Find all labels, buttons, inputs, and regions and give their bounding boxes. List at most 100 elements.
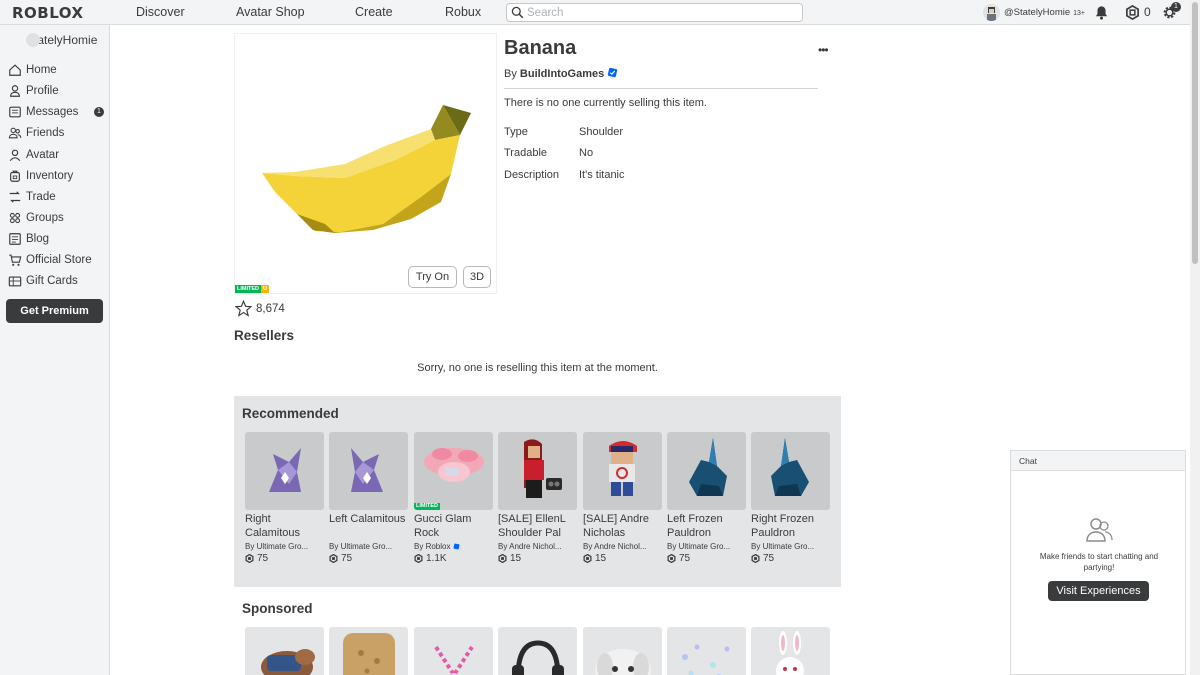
sidebar-item-label: Inventory (26, 170, 74, 182)
sponsored-item-card[interactable] (329, 627, 408, 675)
sidebar-item-profile[interactable]: Profile (8, 81, 106, 101)
recommended-item-card[interactable]: Left Frozen Pauldron By Ultimate Gro... … (667, 432, 747, 564)
field-label-tradable: Tradable (504, 147, 548, 159)
sidebar-item-blog[interactable]: Blog (8, 229, 106, 249)
store-icon (9, 254, 22, 266)
groups-icon (9, 212, 21, 224)
recommended-item-card[interactable]: [SALE] Andre Nicholas By Andre Nichol...… (583, 432, 663, 564)
recommended-item-card[interactable]: LIMITED Gucci Glam Rock By Roblox 1.1K (414, 432, 494, 564)
field-value-type: Shoulder (579, 126, 624, 138)
sidebar-avatar (26, 33, 40, 47)
sidebar-item-friends[interactable]: Friends (8, 123, 106, 143)
user-avatar[interactable] (983, 4, 1000, 21)
try-on-button[interactable]: Try On (408, 266, 457, 288)
resellers-heading: Resellers (234, 328, 295, 343)
selling-status: There is no one currently selling this i… (504, 97, 707, 109)
robux-balance[interactable]: 0 (1144, 5, 1151, 19)
item-thumbnail (667, 432, 746, 510)
sidebar-item-label: Friends (26, 127, 65, 139)
favorite-toggle[interactable]: 8,674 (235, 300, 285, 317)
sidebar-item-label: Home (26, 64, 57, 76)
chat-empty-message: Make friends to start chatting and party… (1039, 552, 1159, 572)
limited-u-label: U (261, 285, 269, 293)
inventory-icon (10, 170, 20, 182)
banana-image (262, 105, 471, 233)
item-thumbnail: LIMITED (414, 432, 493, 510)
item-thumbnail (245, 432, 324, 510)
item-name: Right Calamitous (245, 513, 301, 539)
nav-avatar-shop[interactable]: Avatar Shop (236, 5, 305, 19)
sidebar-item-label: Trade (26, 191, 56, 203)
sponsored-heading: Sponsored (242, 601, 313, 616)
robux-icon (751, 554, 760, 563)
sponsored-item-card[interactable] (583, 627, 662, 675)
details-divider (504, 88, 818, 89)
limited-label: LIMITED (235, 285, 261, 293)
resellers-empty-message: Sorry, no one is reselling this item at … (417, 362, 658, 374)
sidebar-item-label: Groups (26, 212, 64, 224)
sidebar-item-gift-cards[interactable]: Gift Cards (8, 271, 106, 291)
sidebar-item-home[interactable]: Home (8, 60, 106, 80)
item-creator: By Ultimate Gro... (245, 542, 309, 551)
scrollbar-thumb[interactable] (1192, 2, 1198, 264)
item-title: Banana (504, 37, 577, 59)
sponsored-item-card[interactable] (414, 627, 493, 675)
verified-badge-icon (608, 67, 618, 78)
item-thumbnail (498, 432, 577, 510)
profile-icon (10, 85, 20, 97)
search-box[interactable] (506, 3, 803, 22)
chat-panel: Chat Make friends to start chatting and … (1010, 450, 1186, 675)
age-badge: 13+ (1073, 10, 1086, 17)
sidebar-item-avatar[interactable]: Avatar (8, 145, 106, 165)
recommended-item-card[interactable]: Right Calamitous By Ultimate Gro... 75 (245, 432, 325, 564)
sidebar-item-official-store[interactable]: Official Store (8, 250, 106, 270)
recommended-item-card[interactable]: Left Calamitous By Ultimate Gro... 75 (329, 432, 409, 564)
creator-link[interactable]: BuildIntoGames (520, 68, 604, 80)
view-3d-button[interactable]: 3D (463, 266, 491, 288)
username-label[interactable]: @StatelyHomie 13+ (1004, 7, 1085, 18)
get-premium-button[interactable]: Get Premium (6, 299, 103, 323)
sponsored-item-card[interactable] (245, 627, 324, 675)
sponsored-item-card[interactable] (751, 627, 830, 675)
friends-icon (1086, 518, 1113, 542)
item-name: Right Frozen Pauldron (751, 513, 814, 539)
item-name: [SALE] Andre Nicholas (583, 513, 650, 539)
sidebar-item-groups[interactable]: Groups (8, 208, 106, 228)
sidebar-item-messages[interactable]: Messages 1 (8, 102, 106, 122)
chat-header[interactable]: Chat (1011, 451, 1185, 471)
item-price: 15 (498, 553, 578, 564)
recommended-item-card[interactable]: Right Frozen Pauldron By Ultimate Gro...… (751, 432, 831, 564)
robux-icon[interactable] (1125, 4, 1140, 23)
item-thumbnail (234, 33, 497, 294)
more-options-icon[interactable]: ••• (818, 43, 829, 57)
nav-create[interactable]: Create (355, 5, 393, 19)
item-name: Gucci Glam Rock (414, 513, 472, 539)
nav-robux[interactable]: Robux (445, 5, 481, 19)
sidebar-user[interactable]: StatelyHomie (8, 33, 97, 47)
sidebar-item-label: Messages (26, 106, 79, 118)
item-creator: By Ultimate Gro... (329, 542, 393, 551)
favorite-count: 8,674 (256, 302, 285, 315)
gift-card-icon (8, 276, 22, 287)
nav-discover[interactable]: Discover (136, 5, 185, 19)
blog-icon (9, 233, 21, 245)
item-name: [SALE] EllenL Shoulder Pal (498, 513, 566, 539)
sidebar-item-trade[interactable]: Trade (8, 187, 106, 207)
visit-experiences-button[interactable]: Visit Experiences (1048, 581, 1149, 601)
item-creator-line: By BuildIntoGames (504, 67, 618, 80)
item-name: Left Frozen Pauldron (667, 513, 723, 539)
sidebar-item-inventory[interactable]: Inventory (8, 166, 106, 186)
robux-icon (329, 554, 338, 563)
sponsored-item-card[interactable] (498, 627, 577, 675)
page-scrollbar[interactable] (1190, 0, 1200, 675)
notifications-icon[interactable] (1094, 5, 1109, 23)
recommended-item-card[interactable]: [SALE] EllenL Shoulder Pal By Andre Nich… (498, 432, 578, 564)
roblox-logo[interactable]: ROBLOX (12, 4, 84, 22)
field-label-type: Type (504, 126, 528, 138)
item-creator: By Andre Nichol... (583, 542, 647, 551)
item-name: Left Calamitous (329, 513, 406, 525)
sponsored-item-card[interactable] (667, 627, 746, 675)
search-input[interactable] (527, 5, 797, 20)
left-sidebar: StatelyHomie Home Profile Messages 1 Fri… (0, 25, 110, 675)
avatar-icon (9, 149, 21, 162)
